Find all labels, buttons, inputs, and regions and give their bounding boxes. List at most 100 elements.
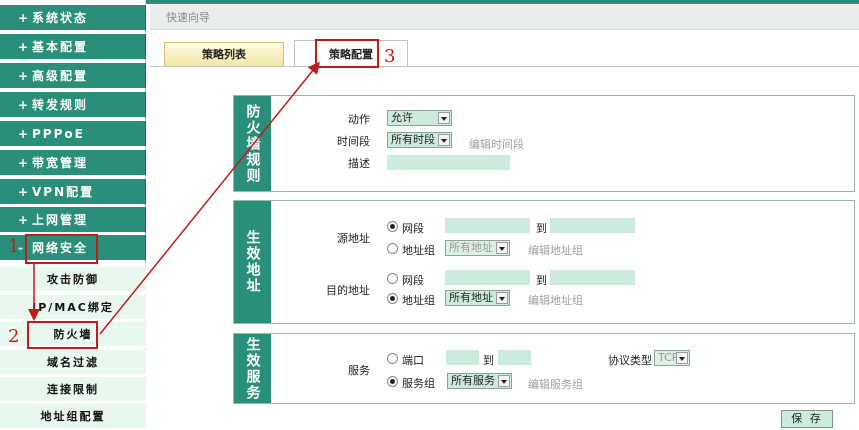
protocol-select[interactable]: TCP bbox=[654, 350, 690, 366]
source-end-input[interactable] bbox=[550, 218, 635, 233]
source-edit-group-link[interactable]: 编辑地址组 bbox=[528, 242, 583, 258]
chevron-down-icon bbox=[496, 292, 508, 304]
save-button[interactable]: 保 存 bbox=[781, 410, 833, 428]
collapse-icon: - bbox=[18, 241, 23, 255]
source-group-label: 地址组 bbox=[402, 244, 435, 257]
chevron-down-icon bbox=[498, 375, 510, 387]
annotation-number-3: 3 bbox=[384, 46, 396, 67]
panel-effective-address: 生效地址 源地址 网段 到 地址组 所有地址 编辑地址组 目的地址 网段 到 地… bbox=[233, 200, 855, 324]
menu-pppoe[interactable]: + PPPoE bbox=[0, 121, 146, 148]
dest-end-input[interactable] bbox=[550, 270, 635, 285]
chevron-down-icon bbox=[496, 242, 508, 254]
service-group-select[interactable]: 所有服务 bbox=[447, 373, 512, 389]
time-label: 时间段 bbox=[337, 135, 370, 148]
menu-system-status[interactable]: + 系统状态 bbox=[0, 5, 146, 32]
submenu-firewall[interactable]: 防火墙 bbox=[0, 322, 146, 348]
submenu-connection-limit[interactable]: 连接限制 bbox=[0, 377, 146, 403]
expand-icon: + bbox=[18, 127, 29, 141]
source-segment-label: 网段 bbox=[402, 222, 424, 235]
menu-internet-mgmt[interactable]: + 上网管理 bbox=[0, 207, 146, 234]
source-to-label: 到 bbox=[536, 222, 547, 235]
service-group-value: 所有服务 bbox=[451, 374, 495, 387]
source-group-select[interactable]: 所有地址 bbox=[445, 240, 510, 256]
dest-segment-radio[interactable] bbox=[387, 273, 398, 284]
dest-start-input[interactable] bbox=[445, 270, 530, 285]
panel-title-effective-address: 生效地址 bbox=[234, 201, 271, 323]
action-label: 动作 bbox=[348, 113, 370, 126]
port-radio[interactable] bbox=[387, 353, 398, 364]
expand-icon: + bbox=[18, 156, 29, 170]
dest-group-label: 地址组 bbox=[402, 294, 435, 307]
time-value: 所有时段 bbox=[391, 133, 435, 146]
menu-label: VPN配置 bbox=[32, 185, 95, 199]
panel-title-text: 生效地址 bbox=[244, 230, 261, 294]
submenu-domain-filter[interactable]: 域名过滤 bbox=[0, 350, 146, 376]
menu-label: 网络安全 bbox=[32, 241, 89, 255]
protocol-label: 协议类型 bbox=[608, 354, 652, 367]
menu-label: 基本配置 bbox=[32, 40, 89, 54]
sidebar: + 系统状态 + 基本配置 + 高级配置 + 转发规则 + PPPoE + 带宽管理 + VP… bbox=[0, 0, 146, 430]
dest-edit-group-link[interactable]: 编辑地址组 bbox=[528, 292, 583, 308]
service-group-radio[interactable] bbox=[387, 376, 398, 387]
menu-vpn[interactable]: + VPN配置 bbox=[0, 179, 146, 206]
dest-group-select[interactable]: 所有地址 bbox=[445, 290, 510, 306]
menu-network-security[interactable]: - 网络安全 bbox=[0, 235, 146, 262]
submenu-ip-mac-binding[interactable]: IP/MAC绑定 bbox=[0, 295, 146, 321]
expand-icon: + bbox=[18, 98, 29, 112]
chevron-down-icon bbox=[438, 112, 450, 124]
expand-icon: + bbox=[18, 69, 29, 83]
port-start-input[interactable] bbox=[446, 350, 479, 365]
expand-icon: + bbox=[18, 11, 29, 25]
expand-icon: + bbox=[18, 40, 29, 54]
port-end-input[interactable] bbox=[498, 350, 531, 365]
expand-icon: + bbox=[18, 213, 29, 227]
dest-address-label: 目的地址 bbox=[326, 284, 370, 297]
edit-time-link[interactable]: 编辑时间段 bbox=[469, 136, 524, 152]
menu-label: 高级配置 bbox=[32, 69, 89, 83]
expand-icon: + bbox=[18, 185, 29, 199]
description-input[interactable] bbox=[387, 155, 510, 170]
time-select[interactable]: 所有时段 bbox=[387, 132, 452, 148]
port-to-label: 到 bbox=[483, 354, 494, 367]
dest-segment-label: 网段 bbox=[402, 274, 424, 287]
source-start-input[interactable] bbox=[445, 218, 530, 233]
action-select[interactable]: 允许 bbox=[387, 110, 452, 126]
source-group-radio[interactable] bbox=[387, 243, 398, 254]
panel-effective-service: 生效服务 服务 端口 到 协议类型 TCP 服务组 所有服务 编辑服务组 bbox=[233, 333, 855, 404]
tab-policy-list[interactable]: 策略列表 bbox=[164, 42, 284, 66]
dest-group-value: 所有地址 bbox=[449, 291, 493, 304]
source-address-label: 源地址 bbox=[337, 232, 370, 245]
description-label: 描述 bbox=[348, 157, 370, 170]
top-accent-line bbox=[146, 0, 859, 4]
source-group-value: 所有地址 bbox=[449, 241, 493, 254]
panel-title-text: 生效服务 bbox=[244, 336, 261, 401]
annotation-number-1: 1 bbox=[8, 236, 20, 257]
dest-to-label: 到 bbox=[536, 274, 547, 287]
menu-forwarding-rules[interactable]: + 转发规则 bbox=[0, 92, 146, 119]
menu-label: 转发规则 bbox=[32, 98, 89, 112]
menu-advanced-config[interactable]: + 高级配置 bbox=[0, 63, 146, 90]
source-segment-radio[interactable] bbox=[387, 221, 398, 232]
menu-label: 带宽管理 bbox=[32, 156, 89, 170]
port-label: 端口 bbox=[402, 354, 424, 367]
menu-label: 系统状态 bbox=[32, 11, 89, 25]
action-value: 允许 bbox=[391, 111, 413, 124]
panel-title-firewall-rule: 防火墙规则 bbox=[234, 96, 271, 191]
tab-divider bbox=[150, 66, 859, 67]
menu-bandwidth[interactable]: + 带宽管理 bbox=[0, 150, 146, 177]
edit-service-group-link[interactable]: 编辑服务组 bbox=[528, 376, 583, 392]
annotation-number-2: 2 bbox=[8, 326, 20, 347]
menu-basic-config[interactable]: + 基本配置 bbox=[0, 34, 146, 61]
panel-title-effective-service: 生效服务 bbox=[234, 334, 271, 403]
chevron-down-icon bbox=[676, 352, 688, 364]
panel-firewall-rule: 防火墙规则 动作 允许 时间段 所有时段 编辑时间段 描述 bbox=[233, 95, 855, 192]
chevron-down-icon bbox=[438, 134, 450, 146]
dest-group-radio[interactable] bbox=[387, 293, 398, 304]
submenu-attack-defense[interactable]: 攻击防御 bbox=[0, 267, 146, 293]
breadcrumb[interactable]: 快速向导 bbox=[150, 5, 859, 30]
panel-title-text: 防火墙规则 bbox=[244, 103, 261, 184]
submenu-address-group[interactable]: 地址组配置 bbox=[0, 404, 146, 430]
menu-label: PPPoE bbox=[32, 127, 85, 141]
menu-label: 上网管理 bbox=[32, 213, 89, 227]
service-label: 服务 bbox=[348, 364, 370, 377]
